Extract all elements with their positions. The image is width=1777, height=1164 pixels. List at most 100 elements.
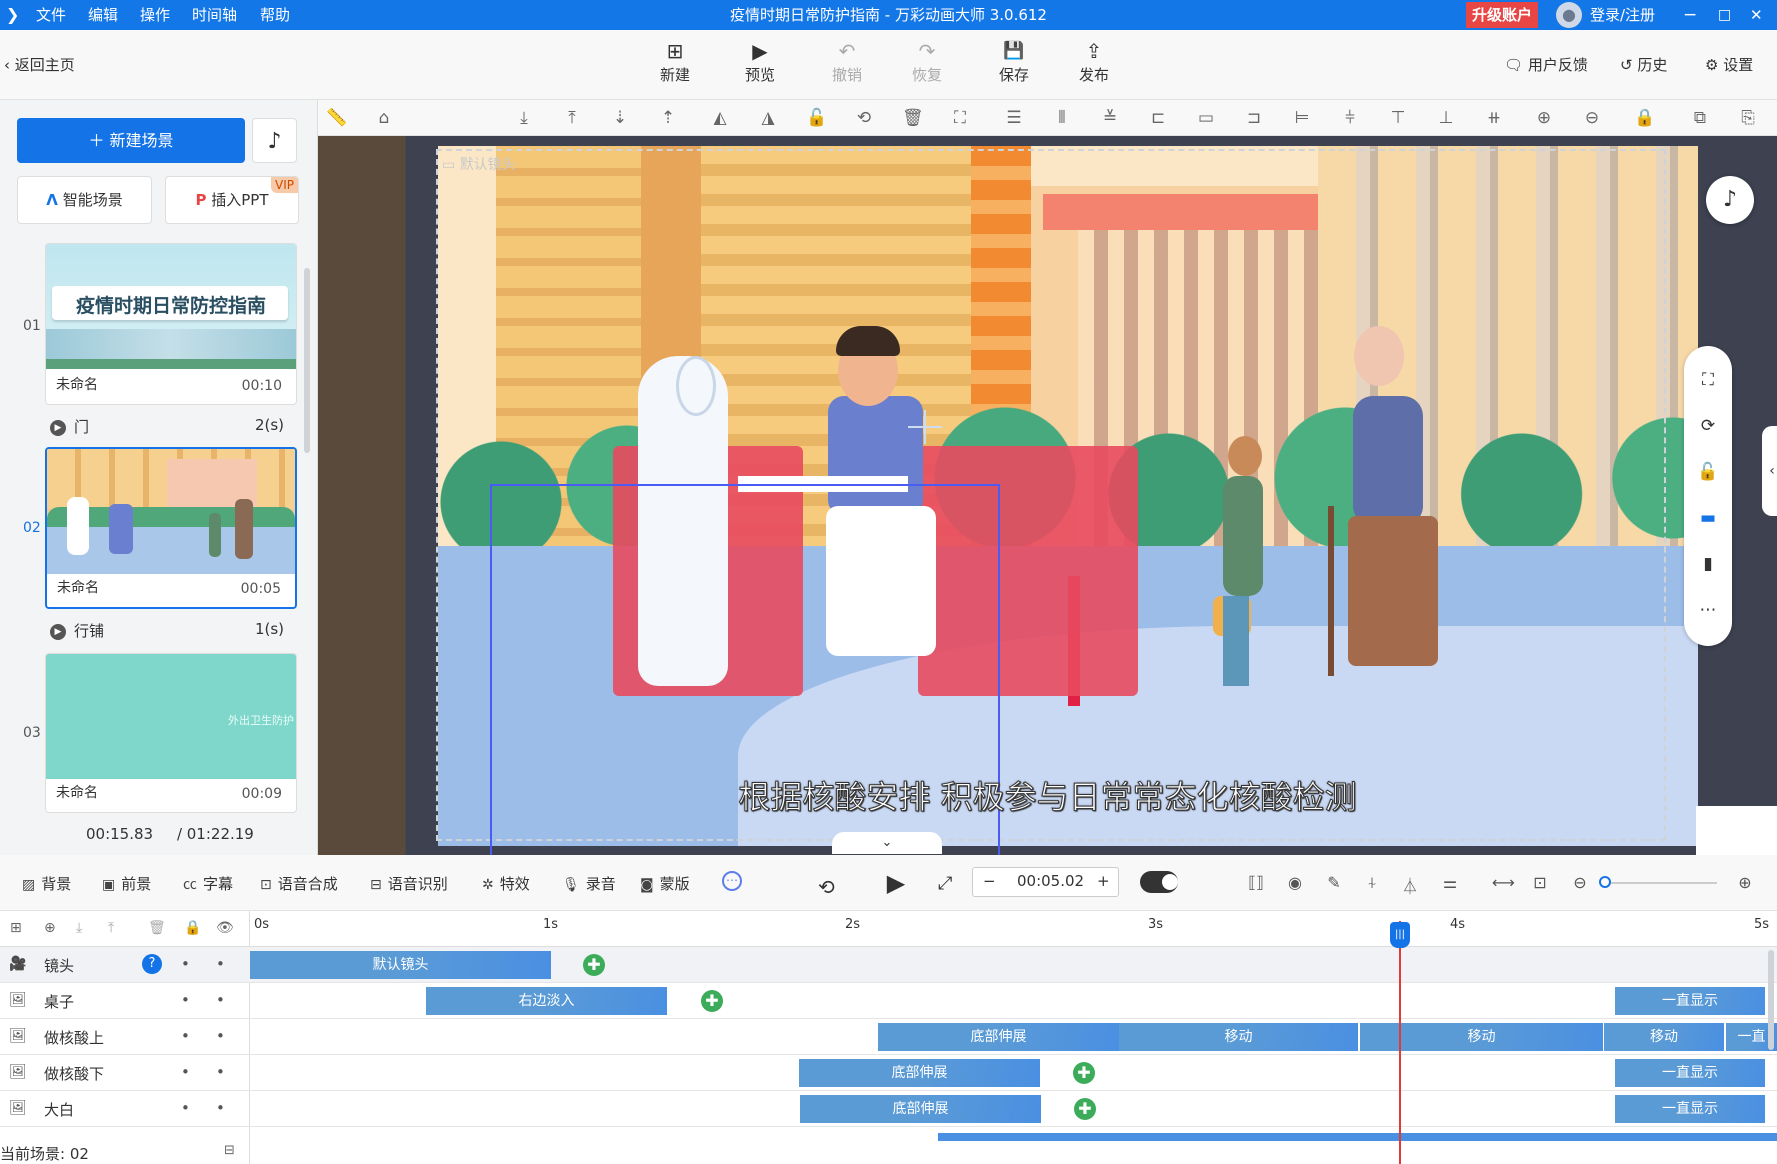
flip-horizontal-icon[interactable]: ◭ <box>710 108 730 128</box>
screenshot-icon[interactable]: ◉ <box>1285 873 1305 892</box>
music-float-button[interactable]: ♪ <box>1706 176 1754 224</box>
portrait-icon[interactable]: ▮ <box>1696 552 1720 576</box>
rotate-screen-icon[interactable]: ⟳ <box>1696 414 1720 438</box>
tool-asr[interactable]: ⊟ 语音识别 <box>370 873 448 894</box>
unlock-icon[interactable]: 🔓 <box>1696 460 1720 484</box>
clip[interactable]: 一直显示 <box>1615 1059 1765 1087</box>
space-even-icon[interactable]: ⧺ <box>1484 108 1504 128</box>
menu-edit[interactable]: 编辑 <box>88 0 118 30</box>
zoom-slider-knob[interactable] <box>1599 876 1611 888</box>
transition-item[interactable]: ▶ 行铺 1(s) <box>50 620 296 642</box>
upgrade-button[interactable]: 升级账户 <box>1466 2 1539 28</box>
collapse-toggle[interactable]: ⌄ <box>832 832 942 854</box>
clip[interactable]: 移动 <box>1360 1023 1603 1051</box>
align-bottom-icon[interactable]: ≚ <box>1100 108 1120 128</box>
maximize-button[interactable]: □ <box>1718 0 1731 30</box>
menu-help[interactable]: 帮助 <box>260 0 290 30</box>
tool-mask[interactable]: ◙ 蒙版 <box>640 873 690 894</box>
layer-dot[interactable]: • <box>181 1063 190 1081</box>
move-up-icon[interactable]: ⇡ <box>658 108 678 128</box>
avatar-icon[interactable]: ● <box>1556 2 1582 28</box>
play-button[interactable]: ▶ <box>878 865 914 901</box>
layer-dot[interactable]: • <box>216 955 225 973</box>
layer-dot[interactable]: • <box>181 955 190 973</box>
playhead-handle[interactable]: ||| <box>1390 922 1410 948</box>
increment-icon[interactable]: + <box>1097 872 1110 890</box>
move-layer-up-icon[interactable]: ⤒ <box>108 920 114 936</box>
login-link[interactable]: 登录/注册 <box>1590 0 1655 30</box>
add-keyframe-icon[interactable]: ✚ <box>1074 1098 1096 1120</box>
layer-dot[interactable]: • <box>216 1099 225 1117</box>
align-top-icon[interactable]: ☰ <box>1004 108 1024 128</box>
landscape-icon[interactable]: ▬ <box>1696 506 1720 530</box>
clip[interactable]: 默认镜头 <box>250 951 551 979</box>
align-left-icon[interactable]: ⊏ <box>1148 108 1168 128</box>
delete-layer-icon[interactable]: 🗑 <box>148 920 166 936</box>
help-icon[interactable]: ? <box>142 954 162 974</box>
clip[interactable]: 一直显示 <box>1615 1095 1765 1123</box>
align-center-icon[interactable]: ▭ <box>1196 108 1216 128</box>
track-camera[interactable]: 默认镜头 ✚ <box>250 947 1777 983</box>
one-to-one-icon[interactable]: ⊡ <box>1530 873 1550 892</box>
settings-link[interactable]: ⚙ 设置 <box>1705 54 1753 75</box>
zoom-in-icon[interactable]: ⊕ <box>1534 108 1554 128</box>
tool-tts[interactable]: ⊡ 语音合成 <box>260 873 338 894</box>
save-button[interactable]: 💾 保存 <box>984 38 1044 85</box>
toggle-switch[interactable] <box>1140 871 1178 893</box>
zoom-out-timeline-icon[interactable]: ⊖ <box>1570 873 1590 892</box>
history-link[interactable]: ↺ 历史 <box>1620 54 1667 75</box>
flip-vertical-icon[interactable]: ◮ <box>758 108 778 128</box>
timeline-scrollbar[interactable] <box>1768 950 1774 1050</box>
move-layer-down-icon[interactable]: ⤓ <box>76 920 82 936</box>
menu-file[interactable]: 文件 <box>36 0 66 30</box>
new-scene-button[interactable]: ＋ 新建场景 <box>17 118 245 163</box>
more-tools-icon[interactable]: ⋯ <box>722 871 742 891</box>
scene-card-01[interactable]: 疫情时期日常防控指南 未命名 00:10 <box>45 243 297 405</box>
track-test-up[interactable]: 底部伸展 移动 移动 移动 一直 <box>250 1019 1777 1055</box>
copy-icon[interactable]: ⧉ <box>1690 108 1710 128</box>
layer-dot[interactable]: • <box>216 1027 225 1045</box>
crop-icon[interactable]: ⛶ <box>950 108 970 128</box>
clip[interactable]: 底部伸展 <box>799 1059 1040 1087</box>
layer-desk[interactable]: 🖼 桌子 • • <box>0 983 250 1019</box>
align-middle-icon[interactable]: ⫴ <box>1052 108 1072 128</box>
delete-icon[interactable]: 🗑 <box>902 108 924 128</box>
scene-card-02[interactable]: 未命名 00:05 <box>45 447 297 609</box>
clip[interactable]: 移动 <box>1604 1023 1724 1051</box>
paste-icon[interactable]: ⎘ <box>1738 108 1758 128</box>
fullscreen-icon[interactable]: ⤢ <box>938 873 952 894</box>
menu-timeline[interactable]: 时间轴 <box>192 0 237 30</box>
close-button[interactable]: ✕ <box>1750 0 1763 30</box>
tool-record[interactable]: 🎙 录音 <box>562 873 616 894</box>
rotate-icon[interactable]: ⟲ <box>854 108 874 128</box>
lock-layers-icon[interactable]: 🔒 <box>184 920 201 936</box>
scene-list-icon[interactable]: ⊟ <box>224 1143 235 1158</box>
distribute-h-icon[interactable]: ⊨ <box>1292 108 1312 128</box>
menu-operate[interactable]: 操作 <box>140 0 170 30</box>
preview-button[interactable]: ▶ 预览 <box>730 38 790 85</box>
track-dabai[interactable]: 底部伸展 ✚ 一直显示 <box>250 1091 1777 1127</box>
move-down-icon[interactable]: ⇣ <box>610 108 630 128</box>
layer-camera[interactable]: 🎥 镜头 ? • • <box>0 947 250 983</box>
mini-preview-thumbnail[interactable] <box>1696 806 1777 855</box>
layer-dot[interactable]: • <box>216 1063 225 1081</box>
music-button[interactable]: ♪ <box>252 118 297 163</box>
time-value[interactable]: 00:05.02 <box>1017 872 1084 890</box>
zoom-in-timeline-icon[interactable]: ⊕ <box>1735 873 1755 892</box>
replay-icon[interactable]: ⟲ <box>818 875 835 899</box>
filter-icon[interactable]: ⏃ <box>1400 873 1420 897</box>
time-stepper[interactable]: − 00:05.02 + <box>972 867 1119 897</box>
canvas-area[interactable]: ▭ 默认镜头 根据核酸安排 积极参与日常常态化核酸检测 ♪ ⛶ ⟳ 🔓 ▬ ▮ … <box>318 136 1777 855</box>
clip[interactable]: 底部伸展 <box>800 1095 1041 1123</box>
add-keyframe-icon[interactable]: ✚ <box>583 954 605 976</box>
subtitle-text[interactable]: 根据核酸安排 积极参与日常常态化核酸检测 <box>318 772 1777 818</box>
edit-icon[interactable]: ✎ <box>1324 873 1344 892</box>
space-top-icon[interactable]: ⊤ <box>1388 108 1408 128</box>
insert-ppt-button[interactable]: P 插入PPT VIP <box>165 176 299 224</box>
zoom-slider-track[interactable] <box>1607 882 1717 884</box>
clip[interactable]: 一直显示 <box>1615 987 1765 1015</box>
layer-dot[interactable]: • <box>181 991 190 1009</box>
home-icon[interactable]: ⌂ <box>374 108 394 128</box>
decrement-icon[interactable]: − <box>983 872 996 890</box>
transition-item[interactable]: ▶ 门 2(s) <box>50 416 296 438</box>
